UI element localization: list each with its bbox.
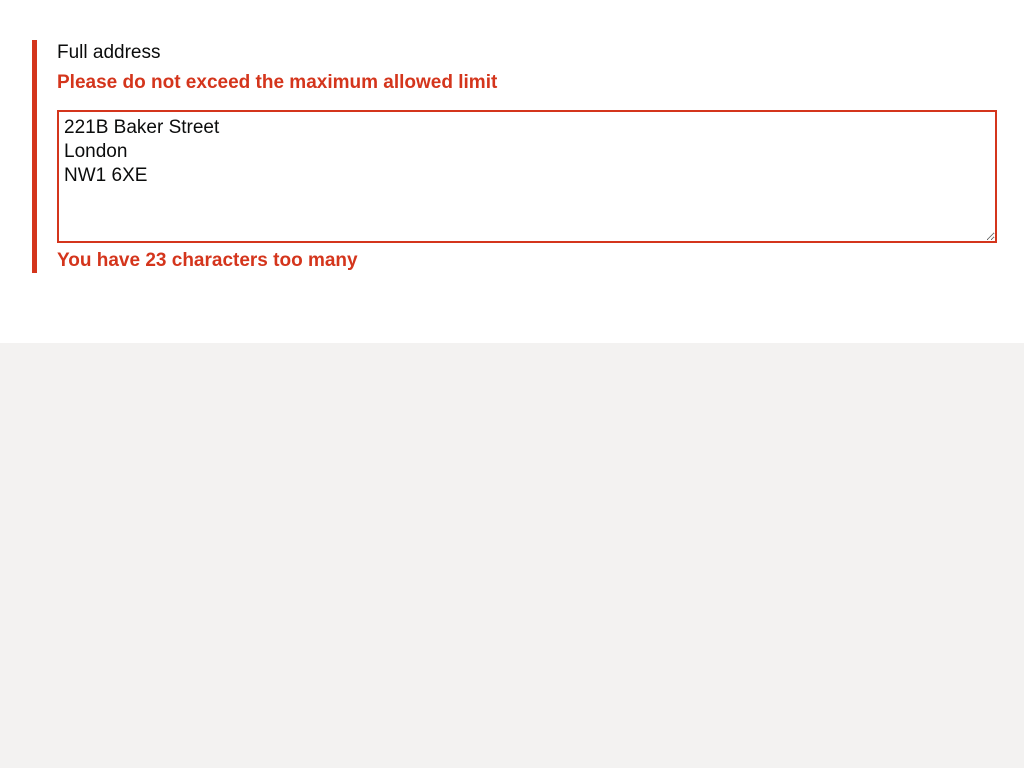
full-address-label: Full address (57, 42, 161, 63)
textarea-wrapper (57, 110, 997, 243)
page: Full address Please do not exceed the ma… (0, 0, 1024, 768)
address-form-group-error: Full address Please do not exceed the ma… (32, 40, 997, 273)
character-count-message: You have 23 characters too many (57, 250, 358, 271)
content-panel: Full address Please do not exceed the ma… (0, 0, 1024, 343)
full-address-textarea[interactable] (57, 110, 997, 243)
error-message: Please do not exceed the maximum allowed… (57, 72, 498, 93)
